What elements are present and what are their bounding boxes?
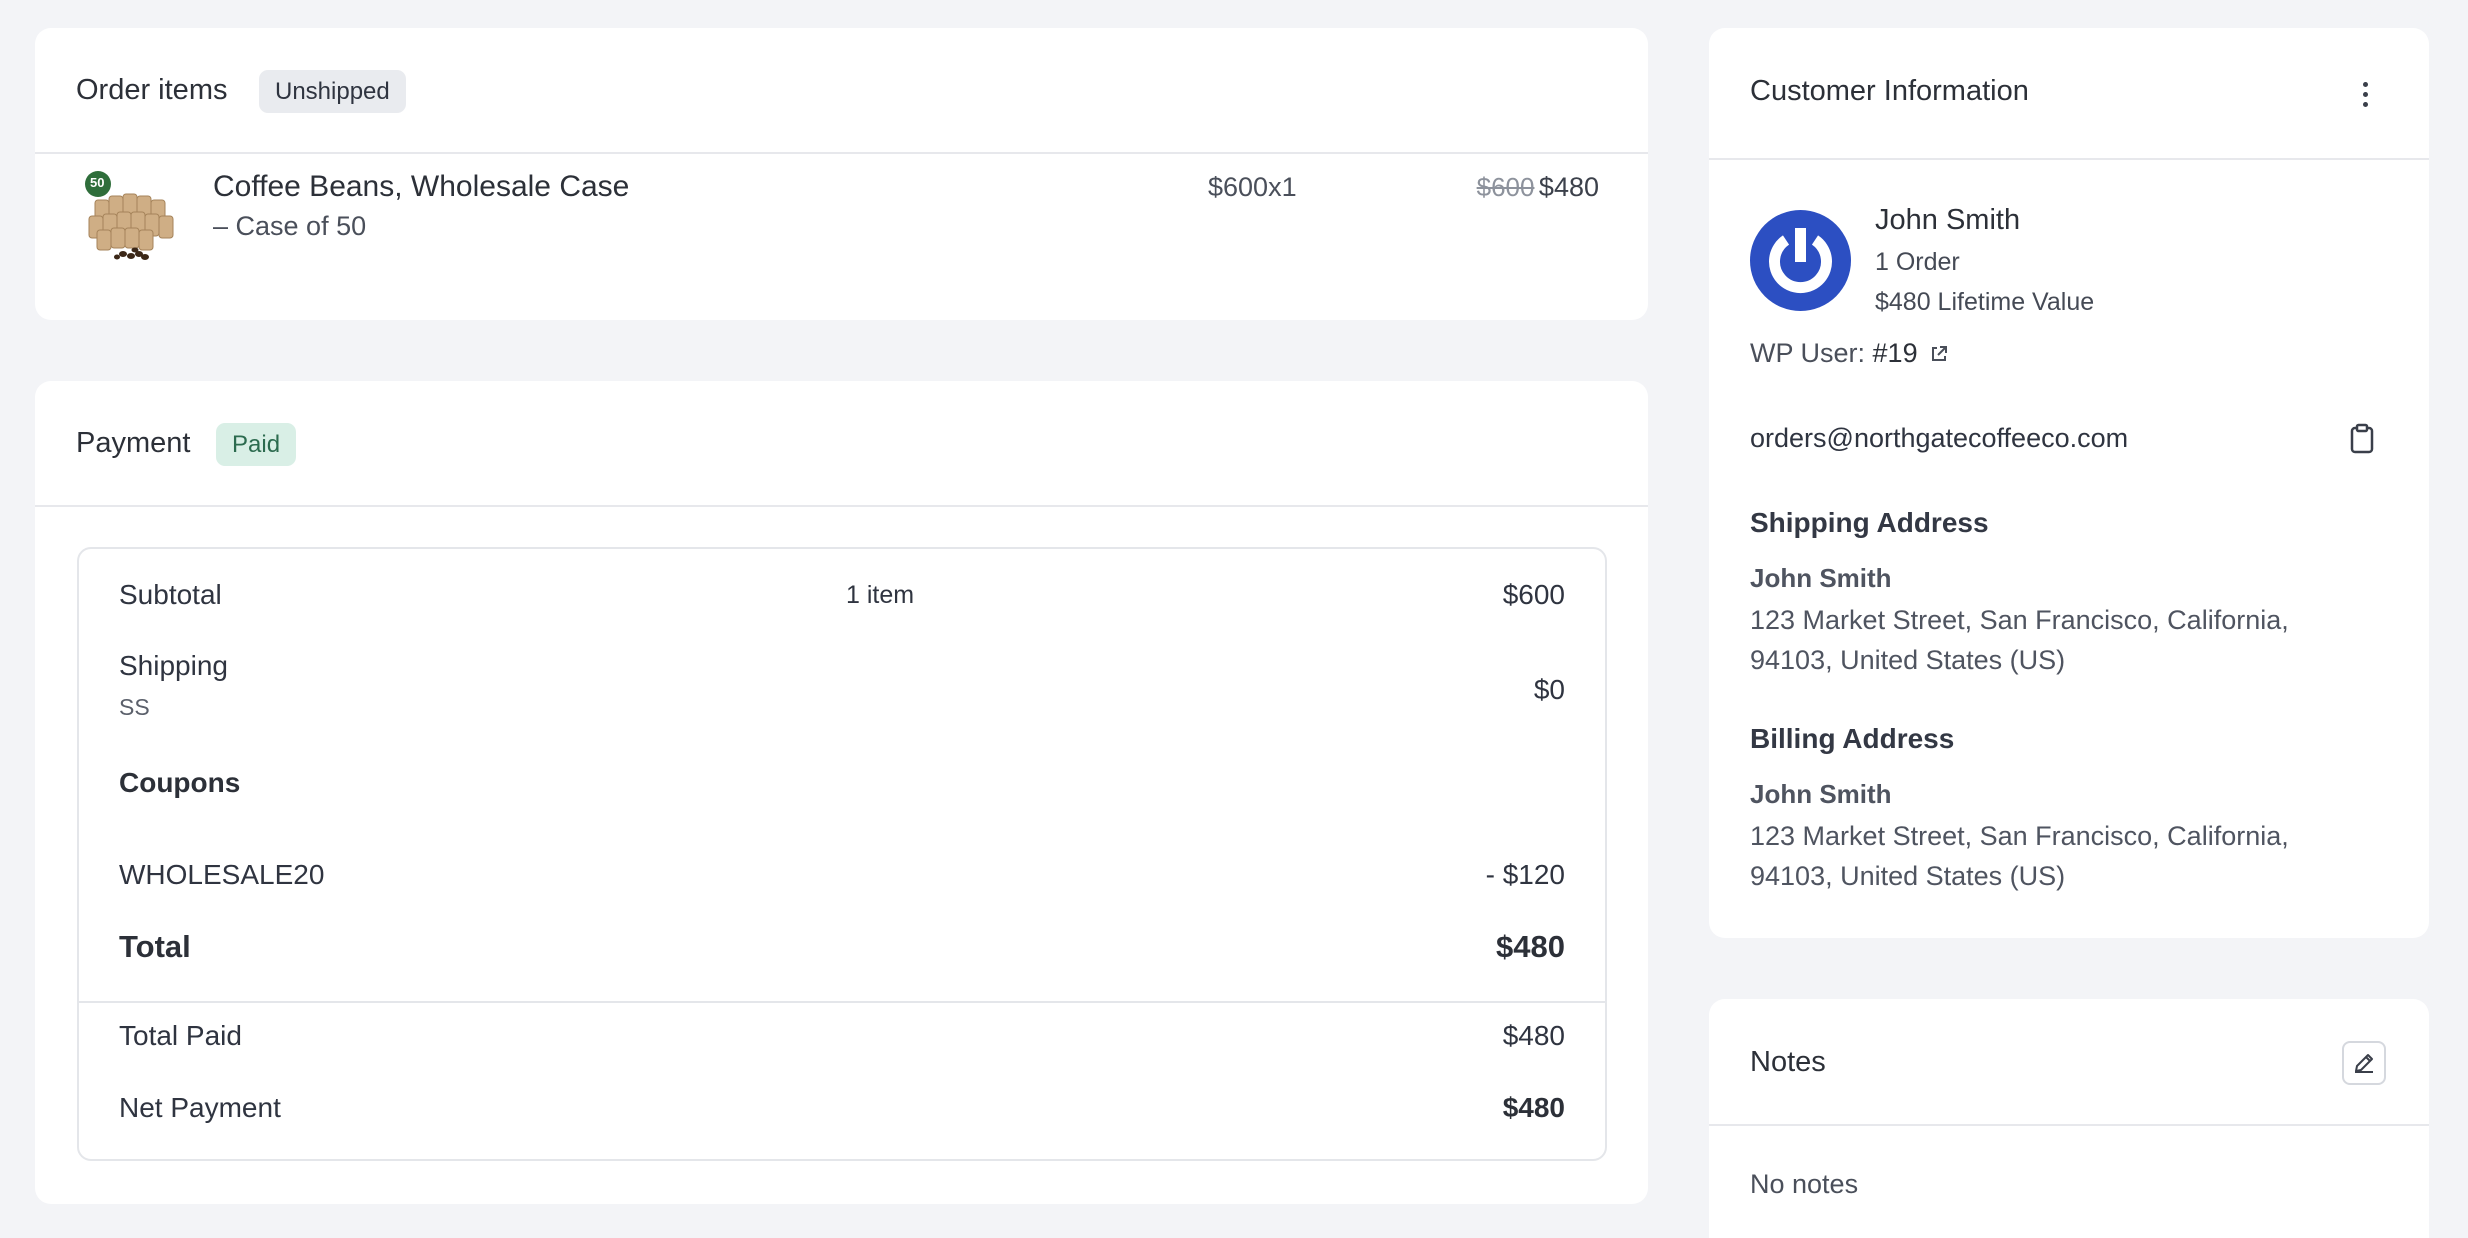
net-payment-label: Net Payment	[119, 1092, 281, 1123]
item-variant: – Case of 50	[213, 211, 367, 241]
total-label: Total	[119, 929, 191, 964]
more-vertical-icon	[2362, 81, 2368, 107]
item-name-link[interactable]: Coffee Beans, Wholesale Case	[213, 170, 629, 204]
external-link-icon[interactable]	[1929, 344, 1949, 364]
total-paid-value: $480	[1502, 1020, 1565, 1051]
divider	[1709, 1124, 2429, 1126]
net-payment-value: $480	[1502, 1092, 1565, 1123]
subtotal-label: Subtotal	[119, 579, 222, 610]
notes-empty-text: No notes	[1750, 1169, 1859, 1199]
shipping-method: SS	[119, 694, 150, 720]
shipping-address-heading: Shipping Address	[1750, 507, 1989, 538]
shipping-address: 123 Market Street, San Francisco, Califo…	[1750, 605, 2289, 675]
coupons-heading: Coupons	[119, 767, 241, 798]
more-options-button[interactable]	[2355, 72, 2375, 116]
customer-name-link[interactable]: John Smith	[1875, 204, 2020, 237]
edit-notes-button[interactable]	[2342, 1041, 2386, 1085]
notes-title: Notes	[1750, 1046, 1826, 1078]
wp-user-label: WP User:	[1750, 338, 1866, 368]
pencil-icon	[2355, 1054, 2373, 1073]
power-icon	[1769, 228, 1832, 294]
avatar	[1750, 210, 1851, 311]
payment-title: Payment	[76, 427, 191, 459]
shipping-name: John Smith	[1750, 563, 1892, 593]
item-price-qty: $600x1	[1208, 172, 1297, 202]
paid-badge: Paid	[216, 423, 297, 466]
customer-info-title: Customer Information	[1750, 75, 2029, 107]
customer-info-card: Customer Information John Smith 1 Order …	[1709, 28, 2429, 938]
unshipped-badge: Unshipped	[259, 70, 406, 113]
payment-summary: Subtotal 1 item $600 Shipping SS $0 Coup…	[77, 547, 1607, 1161]
payment-card: Payment Paid Subtotal 1 item $600 Shippi…	[35, 381, 1648, 1204]
divider	[79, 1001, 1605, 1003]
order-items-card: Order items Unshipped 50 Coffee Beans, W…	[35, 28, 1648, 320]
billing-name: John Smith	[1750, 779, 1892, 809]
wp-user: WP User: #19	[1750, 338, 1949, 369]
customer-lifetime-value: $480 Lifetime Value	[1875, 288, 2095, 316]
divider	[35, 505, 1648, 507]
customer-order-count: 1 Order	[1875, 248, 1960, 276]
thumb-count-badge: 50	[90, 175, 105, 190]
item-total: $600 $480	[1477, 172, 1599, 203]
coupon-discount: - $120	[1485, 859, 1565, 890]
subtotal-value: $600	[1502, 579, 1565, 610]
notes-card: Notes No notes	[1709, 999, 2429, 1238]
divider	[1709, 158, 2429, 160]
shipping-label: Shipping	[119, 650, 228, 681]
customer-email: orders@northgatecoffeeco.com	[1750, 423, 2129, 453]
order-items-title: Order items	[76, 74, 228, 106]
wp-user-id-link[interactable]: #19	[1873, 338, 1918, 368]
coupon-code: WHOLESALE20	[119, 859, 325, 890]
original-price: $600	[1476, 172, 1535, 202]
billing-address: 123 Market Street, San Francisco, Califo…	[1750, 821, 2289, 891]
divider	[35, 152, 1648, 154]
total-paid-label: Total Paid	[119, 1020, 242, 1051]
total-value: $480	[1496, 929, 1565, 964]
copy-email-button[interactable]	[2347, 422, 2377, 456]
billing-address-heading: Billing Address	[1750, 723, 1955, 754]
shipping-value: $0	[1533, 674, 1565, 705]
subtotal-item-count: 1 item	[846, 581, 915, 609]
product-thumbnail[interactable]: 50	[83, 170, 178, 265]
final-price: $480	[1538, 172, 1599, 202]
clipboard-icon	[2350, 423, 2374, 454]
